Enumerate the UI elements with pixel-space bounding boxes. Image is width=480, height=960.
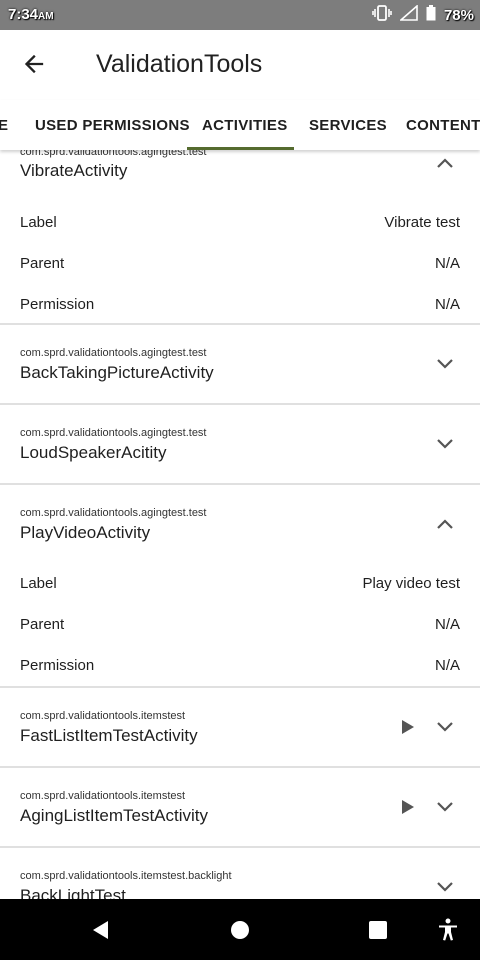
status-icons: 78% bbox=[372, 4, 474, 26]
activity-card[interactable]: com.sprd.validationtools.agingtest.test … bbox=[0, 405, 480, 485]
nav-home-button[interactable] bbox=[225, 915, 255, 945]
nav-back-button[interactable] bbox=[86, 915, 116, 945]
tab-activities[interactable]: ACTIVITIES bbox=[202, 100, 288, 150]
activity-name: PlayVideoActivity bbox=[20, 523, 151, 542]
detail-label: Parent bbox=[20, 616, 65, 633]
activity-card[interactable]: com.sprd.validationtools.agingtest.test … bbox=[0, 325, 480, 405]
detail-value: Play video test bbox=[362, 575, 460, 592]
activity-package: com.sprd.validationtools.agingtest.test bbox=[20, 427, 207, 439]
back-button[interactable] bbox=[14, 44, 54, 84]
circle-home-icon bbox=[231, 921, 249, 939]
detail-label: Label bbox=[20, 214, 57, 231]
activity-list: com.sprd.validationtools.agingtest.test … bbox=[0, 150, 480, 899]
activity-name: FastListItemTestActivity bbox=[20, 726, 198, 745]
activity-card[interactable]: com.sprd.validationtools.agingtest.test … bbox=[0, 150, 480, 325]
status-bar: 7:34AM 78% bbox=[0, 0, 480, 30]
navigation-bar bbox=[0, 899, 480, 960]
activity-package: com.sprd.validationtools.agingtest.test bbox=[20, 507, 207, 519]
activity-package: com.sprd.validationtools.agingtest.test bbox=[20, 347, 207, 359]
tab-bar: E USED PERMISSIONS ACTIVITIES SERVICES C… bbox=[0, 100, 480, 150]
vibrate-icon bbox=[372, 5, 392, 26]
activity-card[interactable]: com.sprd.validationtools.itemstest Aging… bbox=[0, 768, 480, 848]
battery-icon bbox=[426, 5, 436, 26]
arrow-back-icon bbox=[24, 54, 44, 74]
activity-card[interactable]: com.sprd.validationtools.itemstest.backl… bbox=[0, 848, 480, 899]
activity-card[interactable]: com.sprd.validationtools.itemstest FastL… bbox=[0, 688, 480, 768]
nav-accessibility-button[interactable] bbox=[433, 915, 463, 945]
tab-used-permissions[interactable]: USED PERMISSIONS bbox=[35, 100, 190, 150]
chevron-down-icon[interactable] bbox=[434, 880, 456, 894]
play-icon[interactable] bbox=[398, 718, 416, 736]
detail-value: N/A bbox=[434, 255, 460, 272]
activity-package: com.sprd.validationtools.itemstest bbox=[20, 710, 186, 722]
status-time: 7:34AM bbox=[8, 6, 54, 23]
triangle-back-icon bbox=[93, 921, 108, 939]
activity-package: com.sprd.validationtools.agingtest.test bbox=[20, 150, 207, 158]
square-recents-icon bbox=[369, 921, 387, 939]
chevron-up-icon[interactable] bbox=[434, 517, 456, 531]
nav-recents-button[interactable] bbox=[363, 915, 393, 945]
activity-card[interactable]: com.sprd.validationtools.agingtest.test … bbox=[0, 485, 480, 688]
detail-label: Label bbox=[20, 575, 57, 592]
detail-value: N/A bbox=[434, 616, 460, 633]
detail-label: Permission bbox=[20, 657, 95, 674]
tab-partial-left[interactable]: E bbox=[0, 100, 8, 150]
battery-percent: 78% bbox=[443, 7, 474, 24]
activity-name: VibrateActivity bbox=[20, 161, 128, 180]
detail-label: Permission bbox=[20, 296, 95, 313]
activity-package: com.sprd.validationtools.itemstest bbox=[20, 790, 186, 802]
chevron-down-icon[interactable] bbox=[434, 357, 456, 371]
app-title: ValidationTools bbox=[96, 50, 263, 78]
activity-name: LoudSpeakerAcitity bbox=[20, 443, 167, 462]
play-icon[interactable] bbox=[398, 798, 416, 816]
activity-name: BackTakingPictureActivity bbox=[20, 363, 214, 382]
chevron-down-icon[interactable] bbox=[434, 437, 456, 451]
chevron-up-icon[interactable] bbox=[434, 156, 456, 170]
tab-indicator bbox=[187, 147, 294, 150]
detail-value: Vibrate test bbox=[384, 214, 460, 231]
detail-value: N/A bbox=[434, 296, 460, 313]
tab-content-providers[interactable]: CONTENT P bbox=[406, 100, 480, 150]
app-bar: ValidationTools bbox=[0, 30, 480, 100]
activity-package: com.sprd.validationtools.itemstest.backl… bbox=[20, 870, 232, 882]
chevron-down-icon[interactable] bbox=[434, 800, 456, 814]
accessibility-icon bbox=[439, 918, 457, 941]
chevron-down-icon[interactable] bbox=[434, 720, 456, 734]
signal-icon bbox=[398, 4, 418, 26]
tab-services[interactable]: SERVICES bbox=[309, 100, 387, 150]
detail-label: Parent bbox=[20, 255, 65, 272]
activity-name: AgingListItemTestActivity bbox=[20, 806, 209, 825]
activity-name: BackLightTest bbox=[20, 886, 126, 899]
detail-value: N/A bbox=[434, 657, 460, 674]
